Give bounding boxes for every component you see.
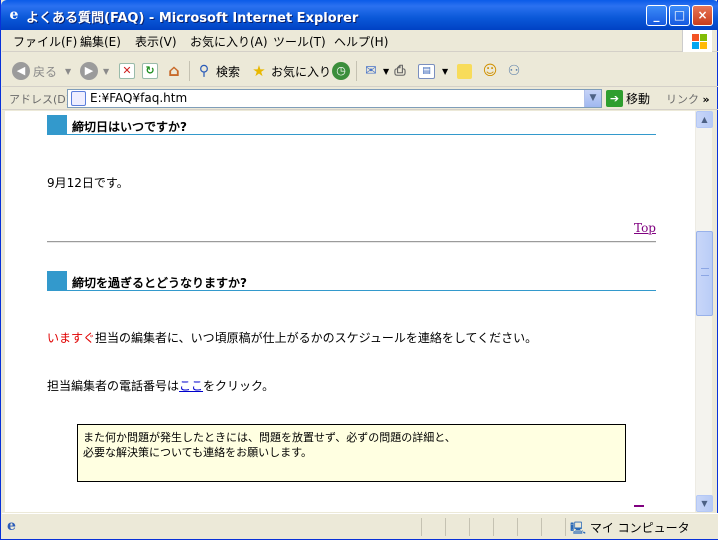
print-button[interactable]: ⎙ — [391, 60, 412, 82]
back-button[interactable]: ◀ 戻る ▼ — [12, 60, 71, 82]
vertical-scrollbar[interactable]: ▲ ▼ — [695, 111, 713, 512]
edit-button[interactable]: ▤ ▼ — [418, 60, 448, 82]
menu-tools[interactable]: ツール(T) — [273, 33, 326, 50]
address-label: アドレス(D) — [9, 93, 71, 106]
menu-bar: ファイル(F) 編集(E) 表示(V) お気に入り(A) ツール(T) ヘルプ(… — [2, 30, 718, 52]
print-icon: ⎙ — [394, 63, 406, 79]
zone-label: マイ コンピュータ — [589, 521, 690, 535]
q2-answer-text: 担当の編集者に、いつ頃原稿が仕上がるかのスケジュールを連絡をしてください。 — [95, 331, 538, 345]
q1-heading: 締切日はいつですか? — [47, 115, 656, 135]
title-bar[interactable]: e よくある質問(FAQ) - Microsoft Internet Explo… — [1, 0, 718, 30]
smiley-icon: ☺ — [482, 63, 498, 79]
phone-line: 担当編集者の電話番号はここをクリック。 — [47, 377, 274, 394]
address-bar: アドレス(D) E:¥FAQ¥faq.htm ▼ ➔ 移動 リンク » — [2, 87, 718, 110]
q2-answer: いますぐ担当の編集者に、いつ頃原稿が仕上がるかのスケジュールを連絡をしてください… — [47, 329, 537, 346]
forward-dropdown-icon[interactable]: ▼ — [103, 67, 109, 76]
star-icon: ★ — [252, 62, 266, 80]
scroll-thumb[interactable] — [696, 231, 713, 316]
favorites-label: お気に入り — [271, 64, 332, 79]
phone-prefix: 担当編集者の電話番号は — [47, 379, 180, 393]
top-link-2-fragment[interactable] — [634, 505, 644, 507]
stop-icon: ✕ — [119, 63, 135, 79]
forward-arrow-icon: ▶ — [80, 62, 98, 80]
page-icon — [71, 91, 86, 106]
menu-file[interactable]: ファイル(F) — [13, 33, 77, 50]
status-bar: e 🖳 マイ コンピュータ — [2, 513, 718, 539]
go-label: 移動 — [626, 92, 651, 106]
q2-heading-text: 締切を過ぎるとどうなりますか? — [72, 276, 247, 290]
go-arrow-icon: ➔ — [606, 90, 623, 107]
back-arrow-icon: ◀ — [12, 62, 30, 80]
menu-edit[interactable]: 編集(E) — [80, 33, 121, 50]
window-title: よくある質問(FAQ) - Microsoft Internet Explore… — [26, 11, 359, 26]
back-dropdown-icon[interactable]: ▼ — [65, 67, 71, 76]
q1-answer: 9月12日です。 — [47, 176, 129, 190]
heading-marker — [47, 271, 67, 291]
mail-dropdown-icon[interactable]: ▼ — [383, 67, 389, 76]
scroll-up-button[interactable]: ▲ — [696, 111, 713, 128]
address-input[interactable]: E:¥FAQ¥faq.htm ▼ — [67, 89, 602, 108]
windows-logo-icon — [682, 30, 712, 52]
stop-button[interactable]: ✕ — [119, 60, 138, 82]
search-icon: ⚲ — [198, 63, 210, 79]
refresh-button[interactable]: ↻ — [142, 60, 161, 82]
note-line-1: また何か問題が発生したときには、問題を放置せず、必ずの問題の詳細と、 — [83, 431, 456, 444]
urgent-text: いますぐ — [47, 331, 96, 345]
ie-logo-icon: e — [9, 7, 19, 23]
messenger-button[interactable]: ☺ — [481, 60, 502, 82]
top-link-1[interactable]: Top — [634, 221, 656, 235]
forward-button[interactable]: ▶ ▼ — [80, 60, 109, 82]
note-line-2: 必要な解決策についても連絡をお願いします。 — [83, 446, 313, 459]
q1-heading-text: 締切日はいつですか? — [72, 120, 187, 134]
page-content: 締切日はいつですか? 9月12日です。 Top 締切を過ぎるとどうなりますか? … — [5, 111, 695, 512]
mail-button[interactable]: ✉ ▼ — [362, 60, 389, 82]
note-box: また何か問題が発生したときには、問題を放置せず、必ずの問題の詳細と、 必要な解決… — [77, 424, 626, 482]
go-button[interactable]: ➔ 移動 — [606, 89, 650, 108]
address-dropdown-icon[interactable]: ▼ — [584, 90, 601, 107]
people-icon: ⚇ — [507, 63, 521, 79]
scroll-down-button[interactable]: ▼ — [696, 495, 713, 512]
refresh-icon: ↻ — [142, 63, 158, 79]
computer-icon: 🖳 — [570, 521, 587, 535]
edit-page-icon: ▤ — [418, 63, 435, 79]
edit-dropdown-icon[interactable]: ▼ — [442, 67, 448, 76]
links-button[interactable]: リンク » — [666, 91, 710, 107]
minimize-button[interactable]: _ — [646, 5, 667, 26]
ie-window: e よくある質問(FAQ) - Microsoft Internet Explo… — [0, 0, 718, 540]
divider — [47, 241, 656, 243]
favorites-button[interactable]: ★ お気に入り — [250, 60, 331, 82]
menu-favorites[interactable]: お気に入り(A) — [190, 33, 268, 50]
q2-heading: 締切を過ぎるとどうなりますか? — [47, 271, 656, 291]
links-label: リンク — [666, 93, 699, 106]
close-button[interactable]: × — [692, 5, 713, 26]
discuss-button[interactable] — [457, 60, 475, 82]
zone-indicator: 🖳 マイ コンピュータ — [570, 519, 690, 540]
note-icon — [457, 63, 472, 79]
phone-link[interactable]: ここ — [179, 379, 203, 393]
back-label: 戻る — [33, 64, 58, 79]
heading-marker — [47, 115, 67, 135]
toolbar: ◀ 戻る ▼ ▶ ▼ ✕ ↻ ⌂ ⚲ 検索 ★ お気に入り ◷ ✉ ▼ ⎙ ▤ … — [2, 53, 718, 87]
maximize-button[interactable]: □ — [669, 5, 690, 26]
phone-suffix: をクリック。 — [203, 379, 275, 393]
history-icon: ◷ — [332, 62, 350, 80]
address-url[interactable]: E:¥FAQ¥faq.htm — [90, 91, 187, 105]
search-button[interactable]: ⚲ 検索 — [195, 60, 240, 82]
page-status-icon: e — [7, 518, 16, 534]
menu-help[interactable]: ヘルプ(H) — [334, 33, 388, 50]
menu-view[interactable]: 表示(V) — [135, 33, 177, 50]
research-button[interactable]: ⚇ — [505, 60, 526, 82]
mail-icon: ✉ — [365, 63, 377, 79]
home-icon: ⌂ — [168, 61, 180, 80]
history-button[interactable]: ◷ — [332, 60, 353, 82]
search-label: 検索 — [216, 64, 241, 79]
home-button[interactable]: ⌂ — [165, 60, 186, 82]
